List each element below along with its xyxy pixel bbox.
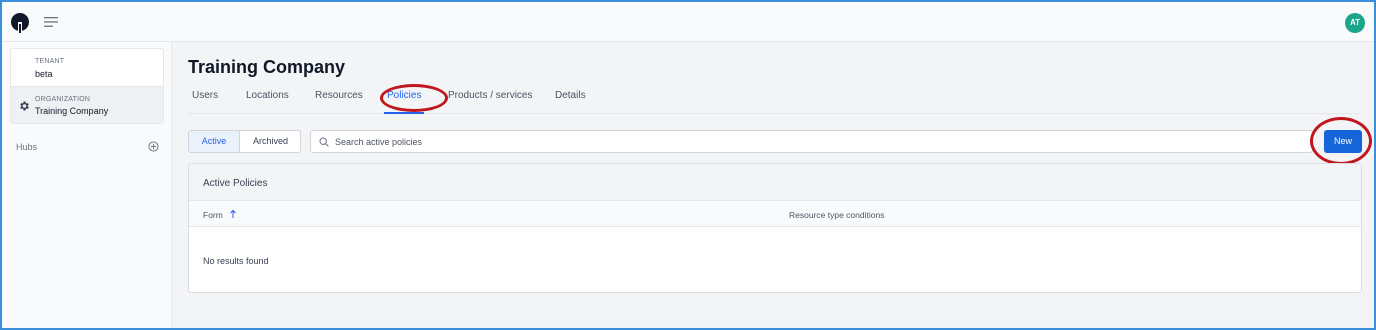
hubs-label: Hubs: [16, 142, 38, 152]
column-form[interactable]: Form: [203, 210, 223, 220]
tenant-value: beta: [35, 69, 53, 79]
tenant-label: TENANT: [35, 58, 65, 65]
column-resource-type-conditions[interactable]: Resource type conditions: [789, 210, 884, 220]
tenant-selector[interactable]: TENANT beta: [11, 49, 163, 86]
table-header: Form Resource type conditions: [189, 201, 1361, 227]
menu-icon[interactable]: [44, 16, 58, 28]
search-input[interactable]: [335, 133, 1295, 150]
tab-users[interactable]: Users: [192, 90, 218, 101]
organization-label: ORGANIZATION: [35, 96, 91, 103]
active-policies-panel: Active Policies Form Resource type condi…: [188, 163, 1362, 293]
avatar[interactable]: AT: [1345, 13, 1365, 33]
annotation-circle-policies: [380, 84, 448, 112]
annotation-circle-new: [1310, 117, 1372, 165]
panel-title: Active Policies: [203, 178, 268, 189]
empty-state-text: No results found: [203, 256, 269, 266]
filter-active-button[interactable]: Active: [189, 131, 240, 152]
gear-icon: [20, 101, 29, 111]
app-window: AT TENANT beta ORGANIZATION Training Com…: [0, 0, 1376, 330]
filter-archived-button[interactable]: Archived: [241, 131, 300, 152]
sort-ascending-icon[interactable]: [229, 209, 237, 219]
tab-products-services[interactable]: Products / services: [448, 90, 532, 101]
panel-header: Active Policies: [189, 164, 1361, 201]
status-filter: Active Archived: [188, 130, 301, 153]
logo-icon[interactable]: [9, 12, 31, 34]
search-box: [310, 130, 1313, 153]
tenant-org-box: TENANT beta ORGANIZATION Training Compan…: [10, 48, 164, 124]
tab-resources[interactable]: Resources: [315, 90, 363, 101]
page-title: Training Company: [188, 57, 346, 77]
organization-selector[interactable]: ORGANIZATION Training Company: [11, 86, 163, 123]
add-hub-icon[interactable]: [148, 141, 159, 152]
tab-bar: Users Locations Resources Policies Produ…: [188, 84, 1361, 114]
active-tab-indicator: [384, 112, 424, 114]
main-content: Training Company Users Locations Resourc…: [173, 42, 1374, 328]
top-bar: AT: [2, 2, 1374, 42]
search-icon: [319, 137, 329, 147]
sidebar: TENANT beta ORGANIZATION Training Compan…: [2, 42, 172, 328]
tab-details[interactable]: Details: [555, 90, 586, 101]
tab-locations[interactable]: Locations: [246, 90, 289, 101]
organization-value: Training Company: [35, 106, 109, 116]
